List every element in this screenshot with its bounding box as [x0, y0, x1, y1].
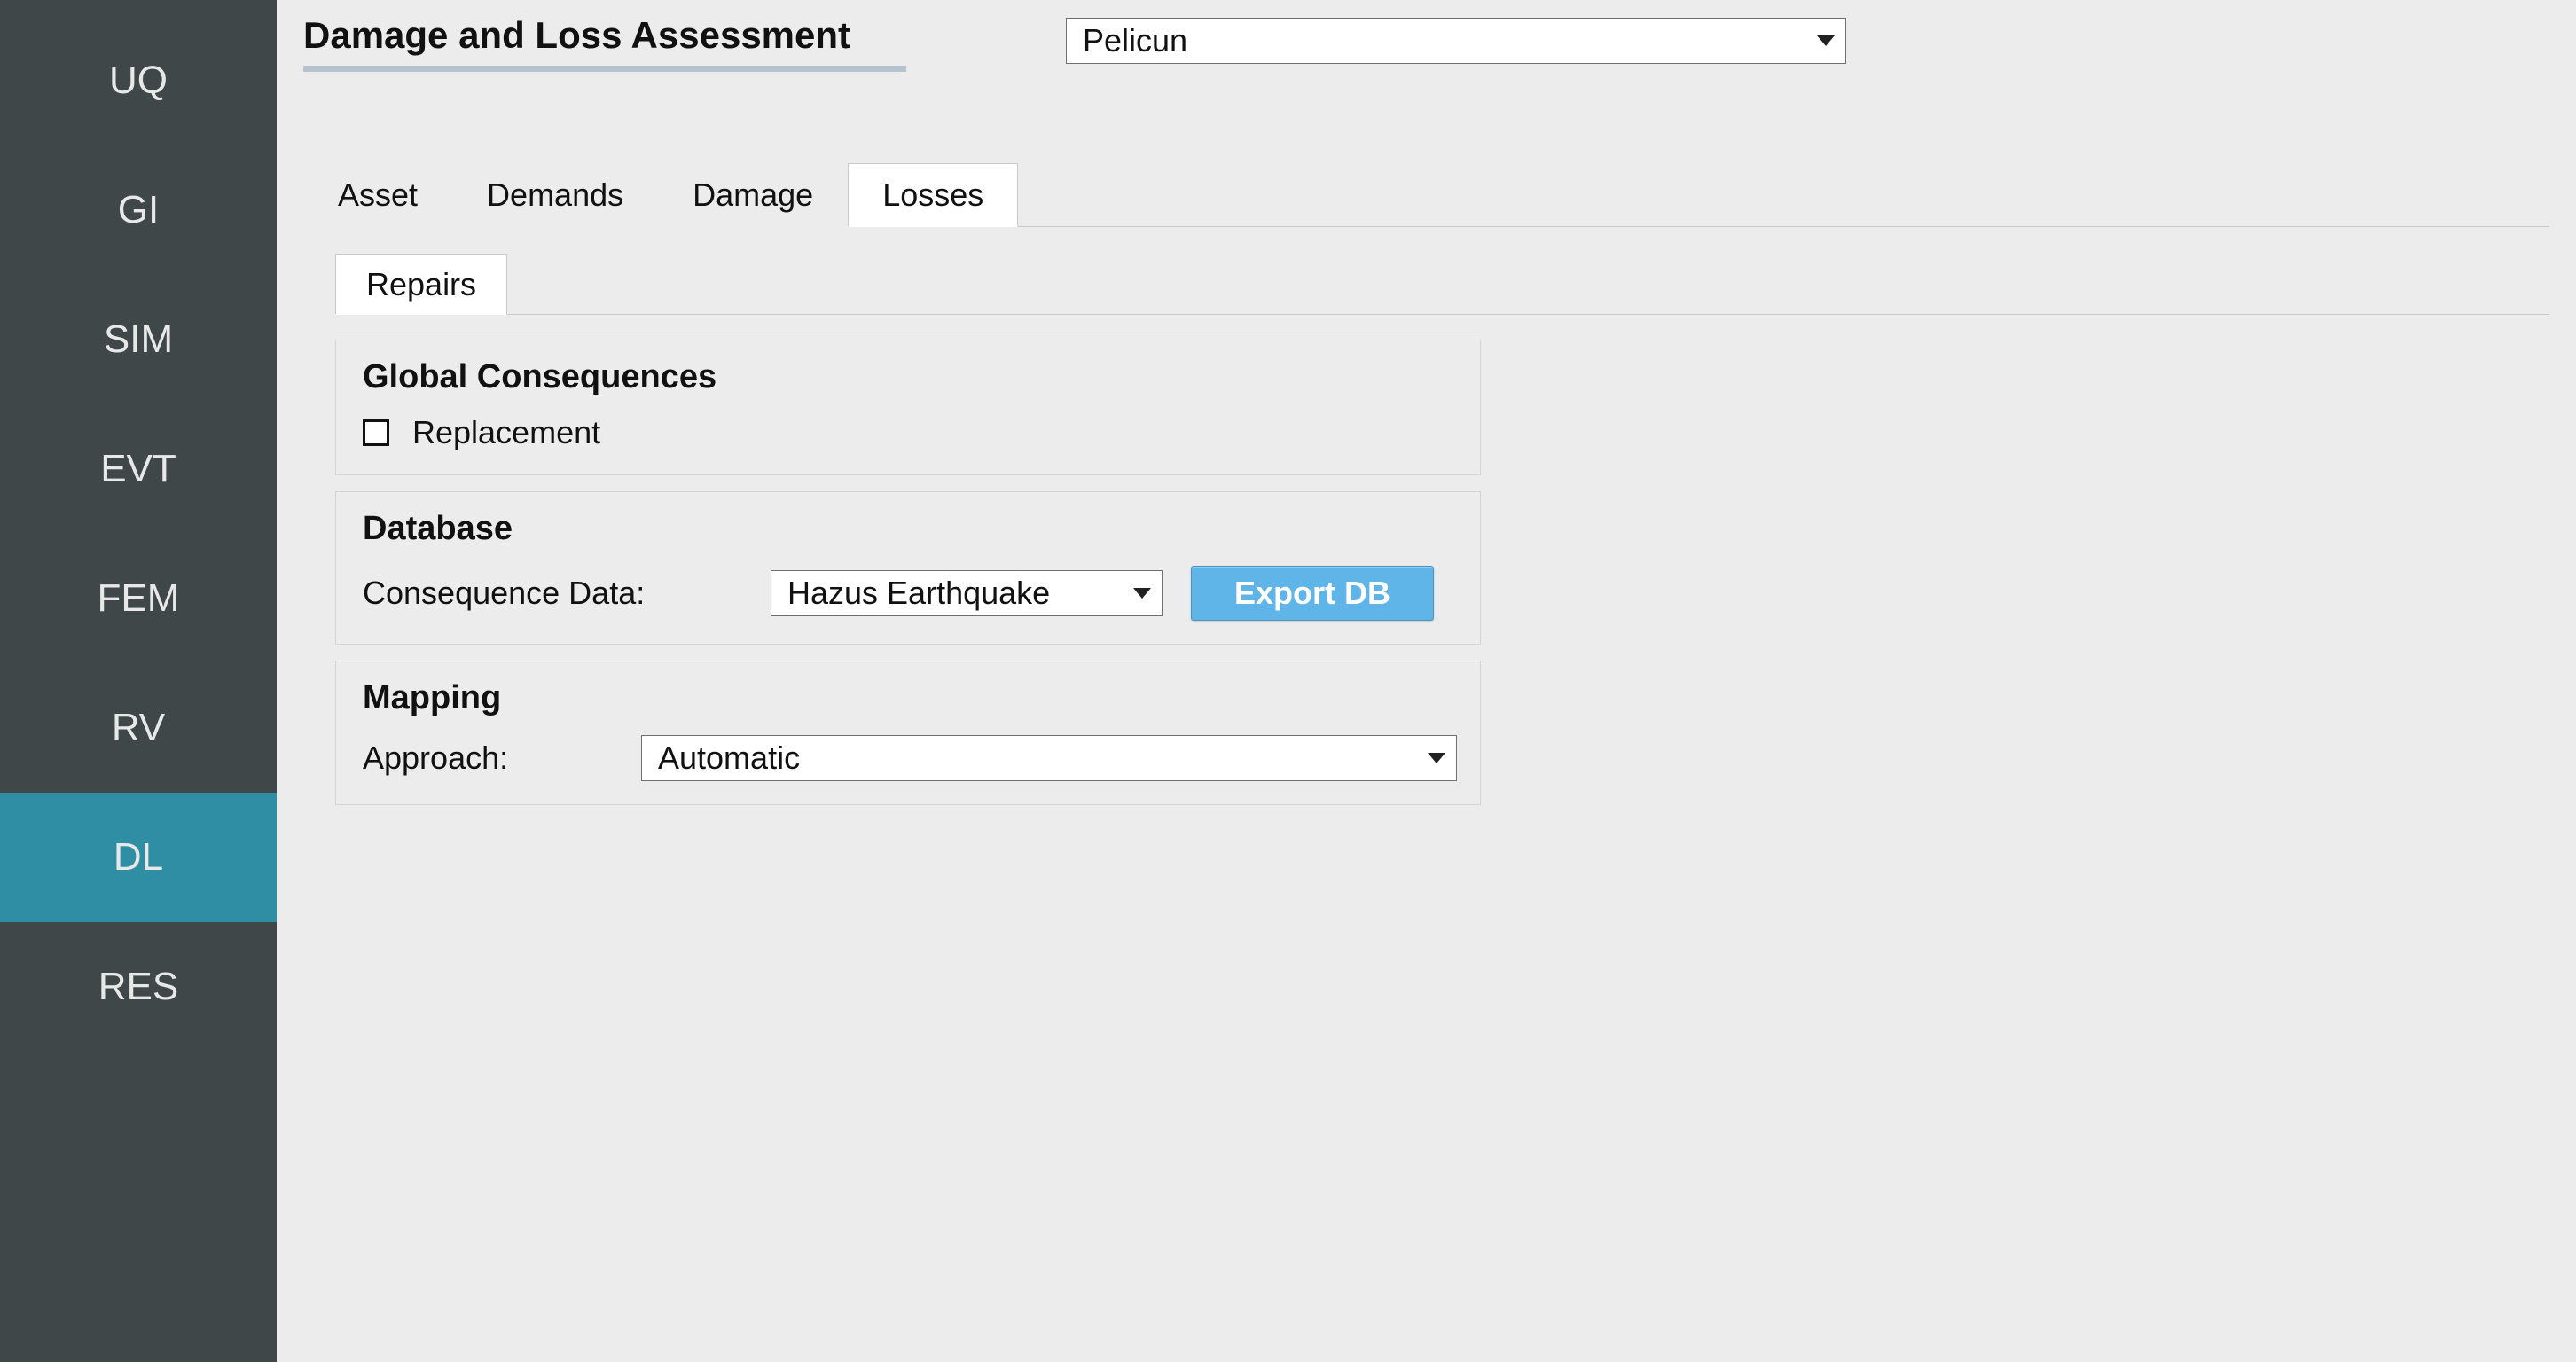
consequence-select-value: Hazus Earthquake — [787, 575, 1050, 612]
sidebar-item-fem[interactable]: FEM — [0, 534, 277, 663]
sidebar-item-dl[interactable]: DL — [0, 793, 277, 922]
tab-damage[interactable]: Damage — [658, 163, 848, 227]
page-title: Damage and Loss Assessment — [303, 14, 906, 66]
subtab-repairs[interactable]: Repairs — [335, 254, 507, 315]
header-row: Damage and Loss Assessment Pelicun — [303, 14, 2549, 72]
approach-row: Approach: Automatic — [363, 735, 1453, 781]
main-content: Damage and Loss Assessment Pelicun Asset… — [277, 0, 2576, 1362]
tab-asset[interactable]: Asset — [303, 163, 452, 227]
panels: Global Consequences Replacement Database… — [335, 340, 1481, 805]
approach-select-value: Automatic — [658, 740, 800, 777]
approach-label: Approach: — [363, 740, 641, 777]
replacement-row: Replacement — [363, 414, 1453, 451]
title-underline — [303, 66, 906, 72]
tab-demands[interactable]: Demands — [452, 163, 658, 227]
consequence-label: Consequence Data: — [363, 575, 771, 612]
export-db-button[interactable]: Export DB — [1191, 566, 1434, 621]
primary-tabs: Asset Demands Damage Losses — [303, 162, 2549, 227]
sidebar-item-uq[interactable]: UQ — [0, 16, 277, 145]
sidebar-item-res[interactable]: RES — [0, 922, 277, 1052]
subtabs: Repairs — [335, 254, 2549, 315]
sidebar: UQ GI SIM EVT FEM RV DL RES — [0, 0, 277, 1362]
sidebar-item-sim[interactable]: SIM — [0, 275, 277, 404]
consequence-row: Consequence Data: Hazus Earthquake Expor… — [363, 566, 1453, 621]
sidebar-item-rv[interactable]: RV — [0, 663, 277, 793]
replacement-label: Replacement — [412, 414, 600, 451]
sidebar-item-gi[interactable]: GI — [0, 145, 277, 275]
app-root: UQ GI SIM EVT FEM RV DL RES Damage and L… — [0, 0, 2576, 1362]
tab-losses[interactable]: Losses — [848, 163, 1018, 227]
subtabs-area: Repairs — [335, 254, 2549, 315]
page-title-wrap: Damage and Loss Assessment — [303, 14, 906, 72]
panel-title-mapping: Mapping — [363, 679, 1453, 717]
panel-database: Database Consequence Data: Hazus Earthqu… — [335, 491, 1481, 645]
approach-select[interactable]: Automatic — [641, 735, 1457, 781]
panel-mapping: Mapping Approach: Automatic — [335, 661, 1481, 805]
chevron-down-icon — [1428, 753, 1445, 763]
chevron-down-icon — [1133, 588, 1151, 599]
export-db-button-label: Export DB — [1234, 575, 1390, 612]
engine-select-wrap: Pelicun — [1066, 18, 1846, 64]
sidebar-item-evt[interactable]: EVT — [0, 404, 277, 534]
consequence-select-wrap: Hazus Earthquake — [771, 570, 1163, 616]
chevron-down-icon — [1817, 35, 1835, 46]
panel-title-global: Global Consequences — [363, 358, 1453, 396]
approach-select-wrap: Automatic — [641, 735, 1457, 781]
engine-select-value: Pelicun — [1083, 22, 1187, 59]
engine-select[interactable]: Pelicun — [1066, 18, 1846, 64]
consequence-select[interactable]: Hazus Earthquake — [771, 570, 1163, 616]
panel-global-consequences: Global Consequences Replacement — [335, 340, 1481, 475]
panel-title-database: Database — [363, 510, 1453, 548]
replacement-checkbox[interactable] — [363, 419, 389, 446]
